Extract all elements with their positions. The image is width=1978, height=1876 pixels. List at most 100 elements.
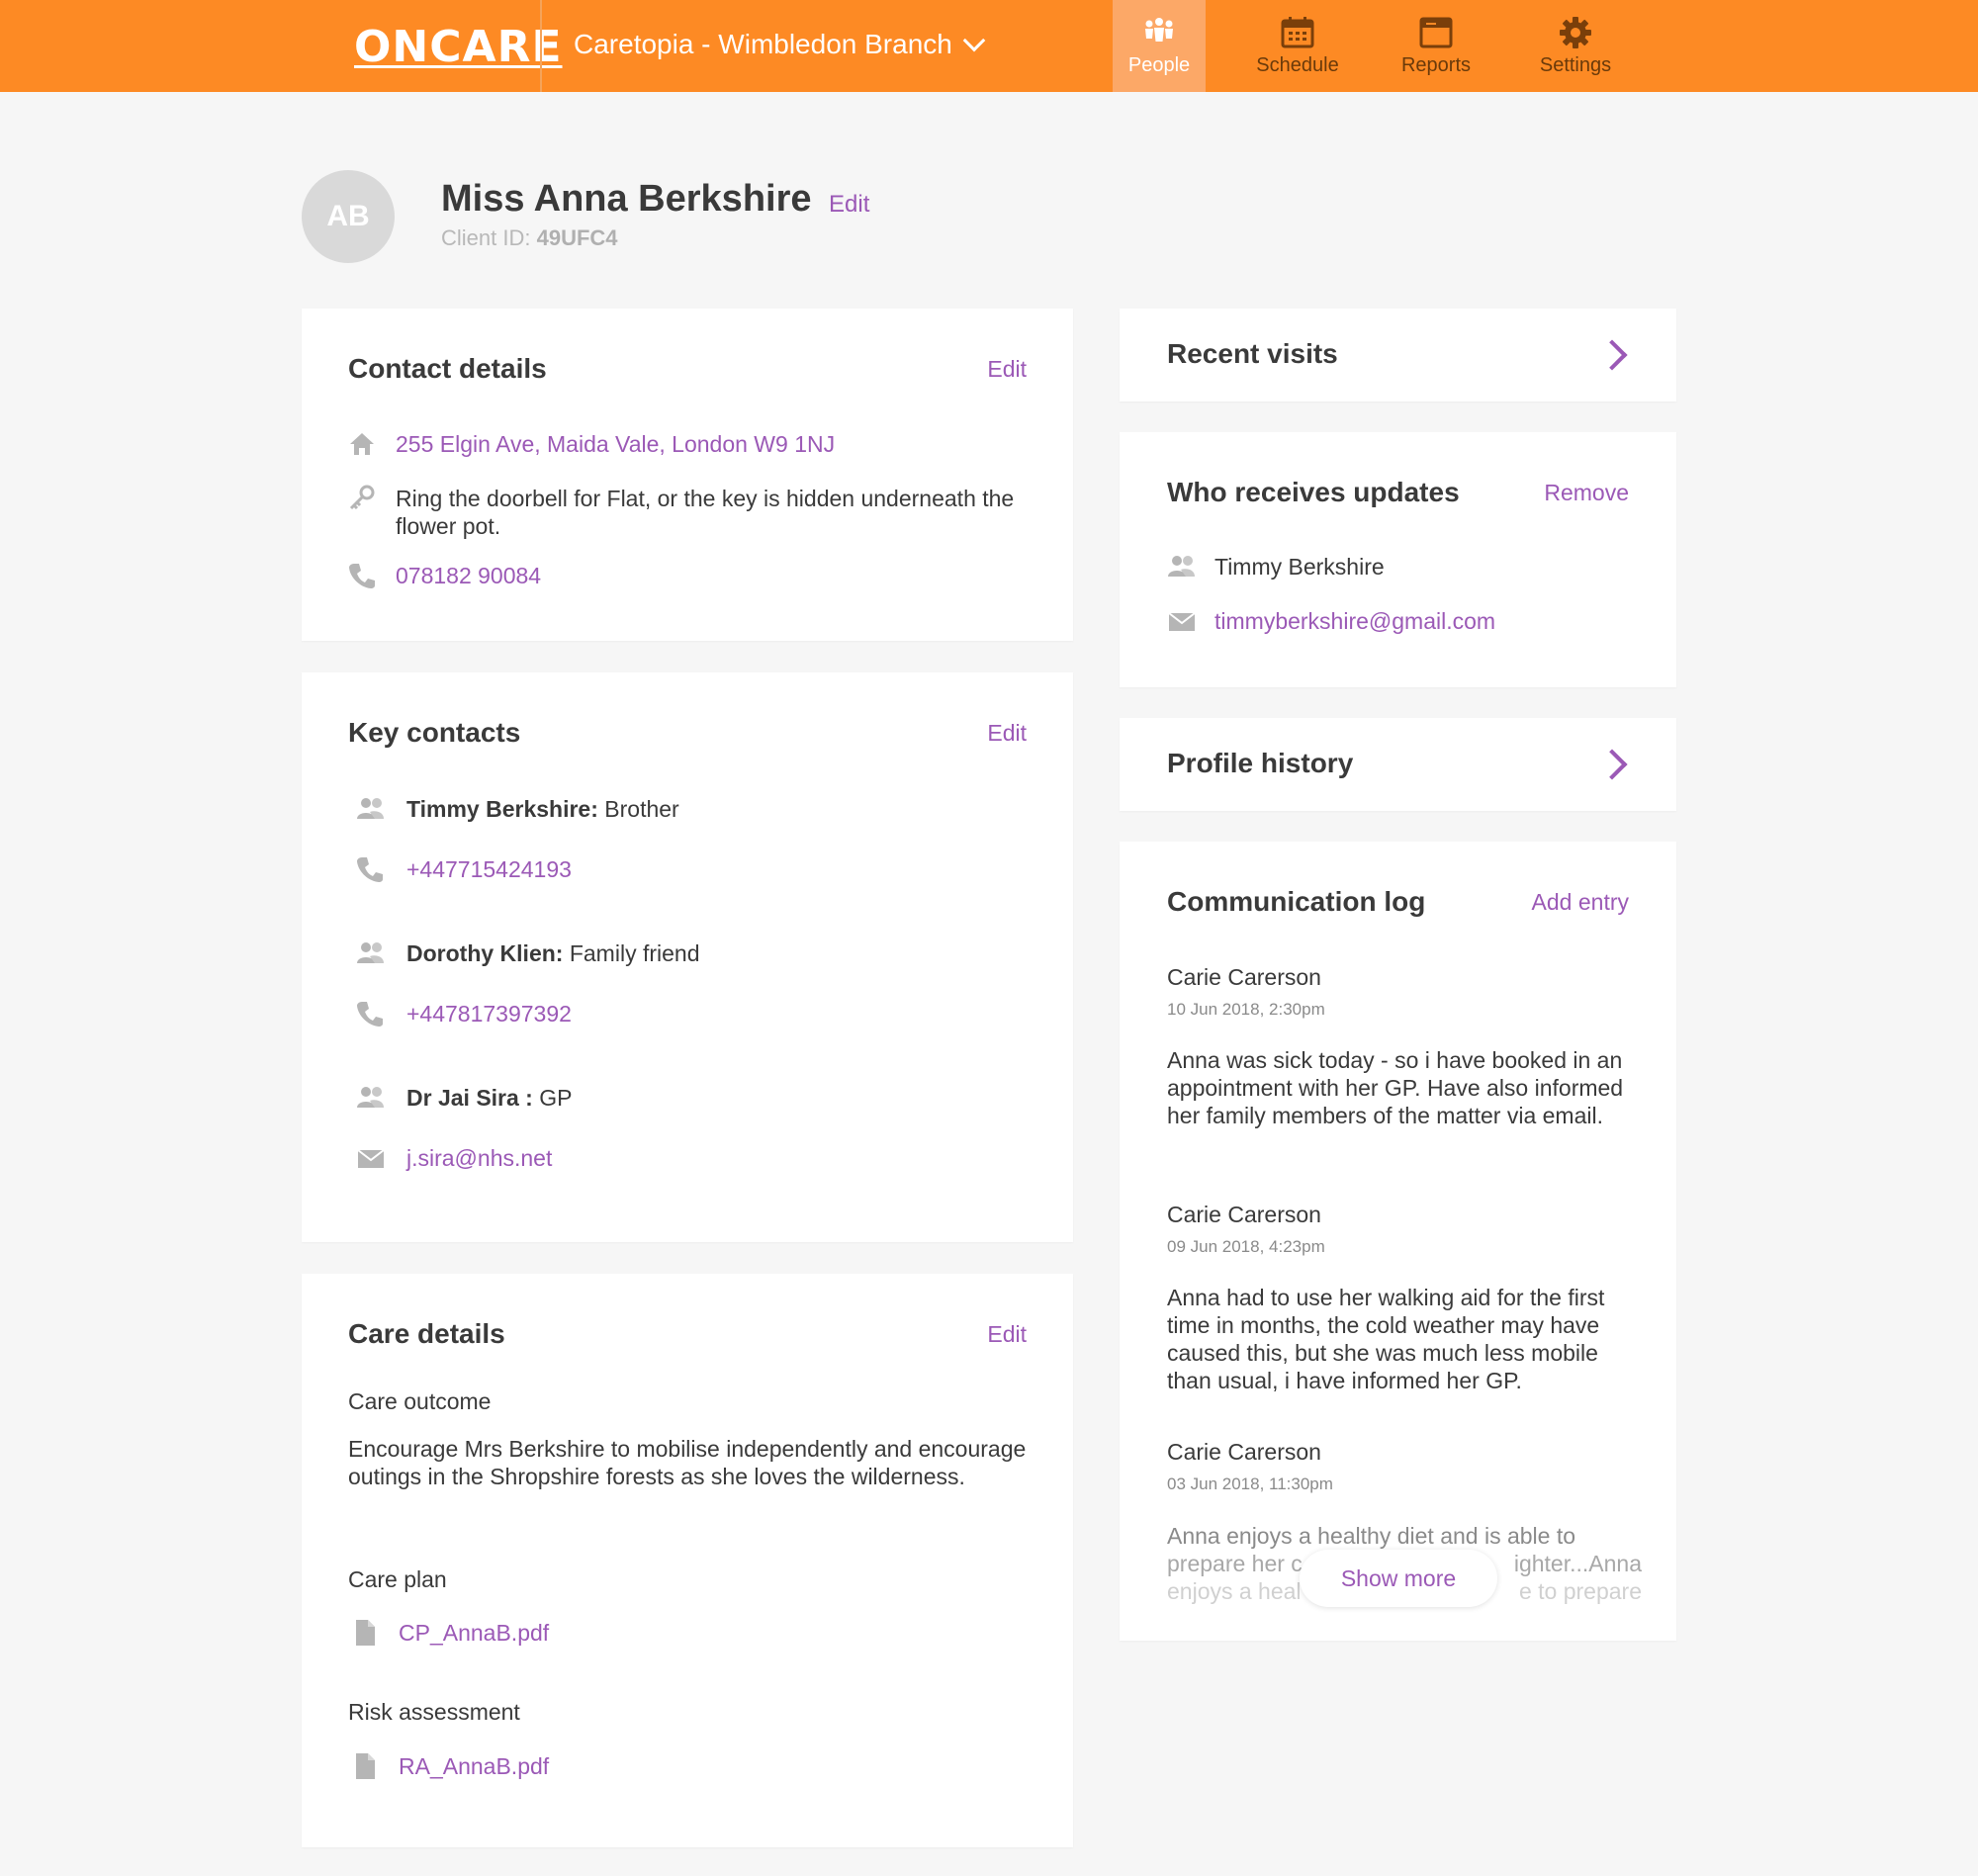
people-icon bbox=[1145, 18, 1173, 42]
risk-file-link[interactable]: RA_AnnaB.pdf bbox=[399, 1752, 549, 1780]
oncare-logo[interactable]: ONCARE bbox=[354, 22, 563, 72]
key-contact-email-row: j.sira@nhs.net bbox=[353, 1144, 552, 1172]
log-author: Carie Carerson bbox=[1167, 1439, 1321, 1465]
access-note-row: Ring the doorbell for Flat, or the key i… bbox=[348, 485, 1031, 540]
card-title: Profile history bbox=[1167, 748, 1354, 778]
logo-text: ONCARE bbox=[354, 22, 563, 72]
log-text-fragment: ighter...Anna bbox=[1513, 1551, 1642, 1576]
nav-reports[interactable]: Reports bbox=[1390, 0, 1483, 92]
who-receives-updates-card: Who receives updates Remove Timmy Berksh… bbox=[1120, 432, 1676, 687]
key-contact-row: Timmy Berkshire: Brother bbox=[353, 795, 679, 823]
chevron-right-icon bbox=[1596, 749, 1628, 780]
log-text: Anna had to use her walking aid for the … bbox=[1167, 1285, 1605, 1393]
key-contacts-card: Key contacts Edit Timmy Berkshire: Broth… bbox=[302, 672, 1073, 1242]
contact-relation: Family friend bbox=[569, 940, 700, 966]
client-name: Miss Anna Berkshire bbox=[441, 178, 812, 220]
log-date: 09 Jun 2018, 4:23pm bbox=[1167, 1237, 1325, 1256]
branch-selector[interactable]: Caretopia - Wimbledon Branch bbox=[574, 29, 986, 60]
log-text-fragment: e to prepare bbox=[1518, 1578, 1642, 1604]
add-entry-link[interactable]: Add entry bbox=[1532, 889, 1629, 916]
log-date: 10 Jun 2018, 2:30pm bbox=[1167, 1000, 1325, 1019]
avatar: AB bbox=[302, 170, 395, 263]
contact-name: Dr Jai Sira : bbox=[406, 1085, 533, 1111]
care-plan-file-link[interactable]: CP_AnnaB.pdf bbox=[399, 1619, 549, 1647]
phone-link[interactable]: 078182 90084 bbox=[396, 562, 541, 589]
care-outcome-text: Encourage Mrs Berkshire to mobilise inde… bbox=[348, 1436, 1027, 1489]
nav-label: People bbox=[1127, 54, 1191, 76]
card-title: Communication log bbox=[1167, 886, 1426, 917]
top-navigation-bar: ONCARE Caretopia - Wimbledon Branch Peop… bbox=[0, 0, 1978, 92]
edit-contact-link[interactable]: Edit bbox=[987, 356, 1027, 383]
remove-link[interactable]: Remove bbox=[1544, 480, 1629, 506]
mail-icon bbox=[1168, 612, 1195, 631]
phone-icon bbox=[349, 564, 375, 588]
recipient-email-row: timmyberkshire@gmail.com bbox=[1167, 607, 1495, 635]
key-contact-row: Dr Jai Sira : GP bbox=[353, 1084, 572, 1112]
chevron-down-icon bbox=[962, 29, 986, 52]
edit-profile-link[interactable]: Edit bbox=[829, 191, 869, 219]
log-text-fragment: enjoys a heal bbox=[1167, 1578, 1302, 1604]
profile-history-card[interactable]: Profile history bbox=[1120, 718, 1676, 811]
mail-icon bbox=[357, 1149, 385, 1168]
contact-phone-link[interactable]: +447715424193 bbox=[406, 855, 572, 883]
client-id: Client ID: 49UFC4 bbox=[441, 225, 618, 251]
contact-relation: Brother bbox=[604, 796, 679, 822]
chevron-right-icon bbox=[1596, 339, 1628, 371]
communication-log-card: Communication log Add entry Carie Carers… bbox=[1120, 842, 1676, 1641]
nav-people[interactable]: People bbox=[1113, 0, 1206, 92]
card-title: Who receives updates bbox=[1167, 477, 1460, 507]
nav-label: Reports bbox=[1400, 54, 1472, 76]
recipient-name-row: Timmy Berkshire bbox=[1167, 553, 1385, 581]
log-date: 03 Jun 2018, 11:30pm bbox=[1167, 1474, 1333, 1493]
people-icon bbox=[357, 798, 384, 819]
phone-icon bbox=[357, 857, 383, 882]
phone-icon bbox=[357, 1002, 383, 1027]
address-link[interactable]: 255 Elgin Ave, Maida Vale, London W9 1NJ bbox=[396, 430, 835, 458]
edit-care-details-link[interactable]: Edit bbox=[987, 1321, 1027, 1348]
key-icon bbox=[349, 485, 375, 510]
contact-name: Timmy Berkshire: bbox=[406, 796, 598, 822]
header-divider bbox=[540, 0, 542, 92]
document-icon bbox=[356, 1620, 375, 1646]
risk-assessment-label: Risk assessment bbox=[348, 1699, 520, 1725]
key-contact-phone-row: +447715424193 bbox=[353, 855, 572, 883]
contact-phone-link[interactable]: +447817397392 bbox=[406, 1000, 572, 1027]
recipient-name: Timmy Berkshire bbox=[1214, 554, 1385, 580]
people-icon bbox=[357, 942, 384, 963]
document-icon bbox=[356, 1753, 375, 1779]
card-title: Contact details bbox=[348, 353, 547, 384]
nav-settings[interactable]: Settings bbox=[1526, 0, 1625, 92]
people-icon bbox=[357, 1087, 384, 1108]
contact-details-card: Contact details Edit 255 Elgin Ave, Maid… bbox=[302, 309, 1073, 641]
log-author: Carie Carerson bbox=[1167, 964, 1321, 990]
people-icon bbox=[1168, 556, 1195, 577]
edit-key-contacts-link[interactable]: Edit bbox=[987, 720, 1027, 747]
card-title: Recent visits bbox=[1167, 338, 1338, 369]
recent-visits-card[interactable]: Recent visits bbox=[1120, 309, 1676, 402]
risk-file-row: RA_AnnaB.pdf bbox=[351, 1752, 549, 1780]
contact-email-link[interactable]: j.sira@nhs.net bbox=[406, 1144, 552, 1172]
card-title: Key contacts bbox=[348, 717, 521, 748]
folder-icon bbox=[1419, 17, 1453, 48]
access-note-text: Ring the doorbell for Flat, or the key i… bbox=[396, 486, 1015, 539]
phone-row: 078182 90084 bbox=[348, 562, 1031, 589]
key-contact-phone-row: +447817397392 bbox=[353, 1000, 572, 1027]
log-text-fragment: prepare her c bbox=[1167, 1551, 1303, 1576]
recipient-email-link[interactable]: timmyberkshire@gmail.com bbox=[1214, 607, 1495, 635]
contact-name: Dorothy Klien: bbox=[406, 940, 564, 966]
show-more-button[interactable]: Show more bbox=[1300, 1550, 1497, 1607]
nav-schedule[interactable]: Schedule bbox=[1246, 0, 1349, 92]
nav-label: Schedule bbox=[1256, 54, 1339, 76]
calendar-icon bbox=[1281, 17, 1314, 48]
client-id-value: 49UFC4 bbox=[536, 225, 618, 250]
log-author: Carie Carerson bbox=[1167, 1202, 1321, 1227]
log-text-line: Anna enjoys a healthy diet and is able t… bbox=[1167, 1523, 1576, 1549]
gear-icon bbox=[1560, 17, 1591, 48]
card-title: Care details bbox=[348, 1318, 505, 1349]
nav-label: Settings bbox=[1539, 54, 1612, 76]
care-plan-label: Care plan bbox=[348, 1566, 447, 1592]
branch-name: Caretopia - Wimbledon Branch bbox=[574, 29, 952, 59]
care-plan-file-row: CP_AnnaB.pdf bbox=[351, 1619, 549, 1647]
key-contact-row: Dorothy Klien: Family friend bbox=[353, 939, 700, 967]
care-outcome-label: Care outcome bbox=[348, 1388, 492, 1414]
